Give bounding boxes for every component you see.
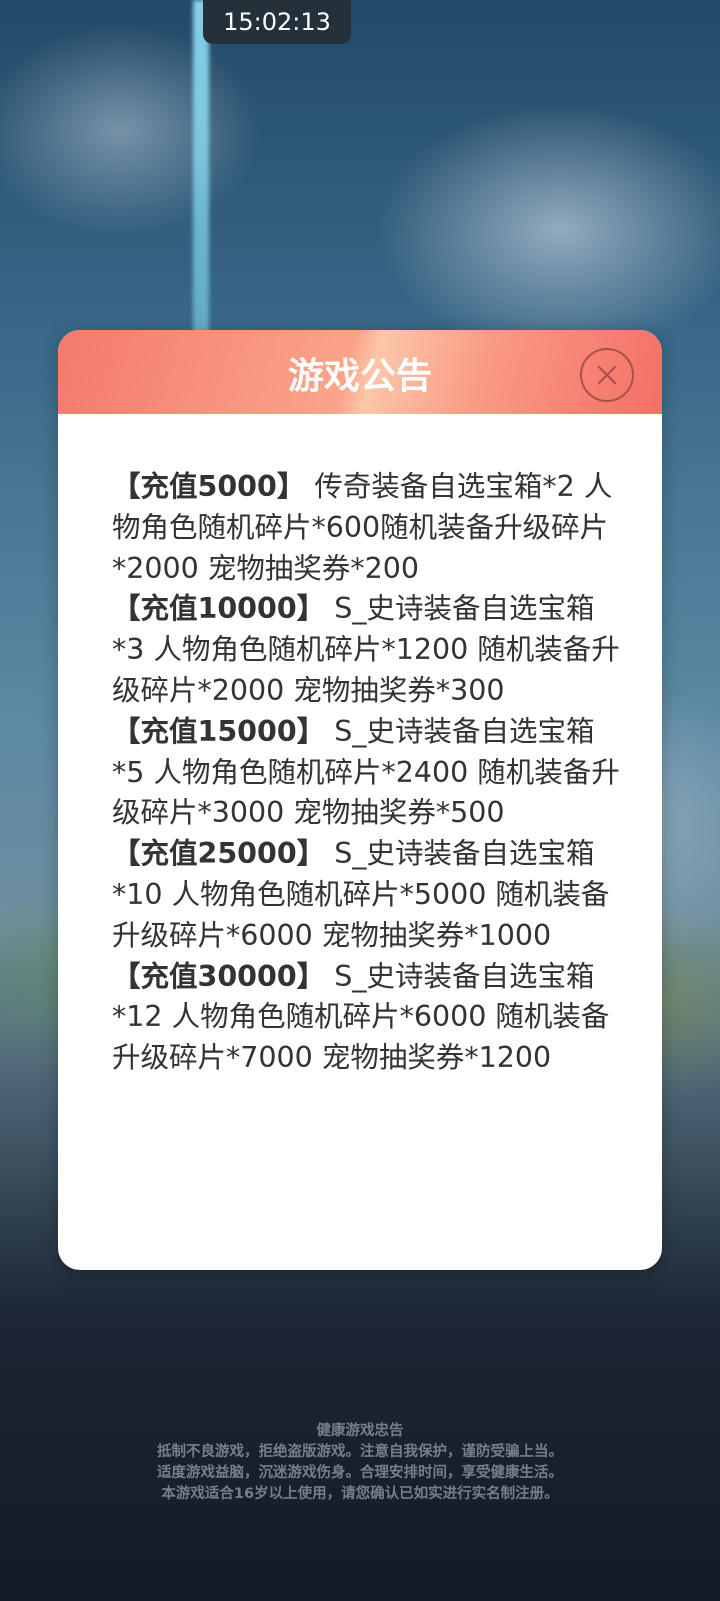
- advisory-line: 本游戏适合16岁以上使用，请您确认已如实进行实名制注册。: [161, 1486, 559, 1502]
- dialog-title: 游戏公告: [287, 356, 432, 397]
- announcement-body: 【充值5000】 传奇装备自选宝箱*2 人物角色随机碎片*600随机装备升级碎片…: [112, 467, 622, 1079]
- announcement-dialog: 游戏公告 【充值5000】 传奇装备自选宝箱*2 人物角色随机碎片*600随机装…: [58, 330, 662, 1270]
- health-advisory: 健康游戏忠告 抵制不良游戏，拒绝盗版游戏。注意自我保护，谨防受骗上当。 适度游戏…: [0, 1421, 720, 1505]
- advisory-line: 抵制不良游戏，拒绝盗版游戏。注意自我保护，谨防受骗上当。: [157, 1444, 563, 1460]
- recharge-tier: 【充值30000】: [112, 959, 326, 993]
- advisory-title: 健康游戏忠告: [316, 1423, 404, 1439]
- close-button[interactable]: [580, 348, 634, 402]
- status-clock: 15:02:13: [203, 0, 351, 44]
- recharge-entry: 【充值30000】 S_史诗装备自选宝箱*12 人物角色随机碎片*6000 随机…: [112, 957, 622, 1079]
- recharge-tier: 【充值10000】: [112, 592, 326, 626]
- recharge-tier: 【充值15000】: [112, 714, 326, 748]
- recharge-entry: 【充值25000】 S_史诗装备自选宝箱*10 人物角色随机碎片*5000 随机…: [112, 834, 622, 956]
- dialog-header: 游戏公告: [58, 330, 662, 414]
- recharge-entry: 【充值15000】 S_史诗装备自选宝箱*5 人物角色随机碎片*2400 随机装…: [112, 712, 622, 834]
- close-icon: [597, 365, 617, 385]
- advisory-line: 适度游戏益脑，沉迷游戏伤身。合理安排时间，享受健康生活。: [157, 1465, 563, 1481]
- recharge-entry: 【充值5000】 传奇装备自选宝箱*2 人物角色随机碎片*600随机装备升级碎片…: [112, 467, 622, 589]
- recharge-tier: 【充值5000】: [112, 470, 306, 503]
- recharge-entry: 【充值10000】 S_史诗装备自选宝箱*3 人物角色随机碎片*1200 随机装…: [112, 589, 622, 711]
- recharge-tier: 【充值25000】: [112, 837, 326, 871]
